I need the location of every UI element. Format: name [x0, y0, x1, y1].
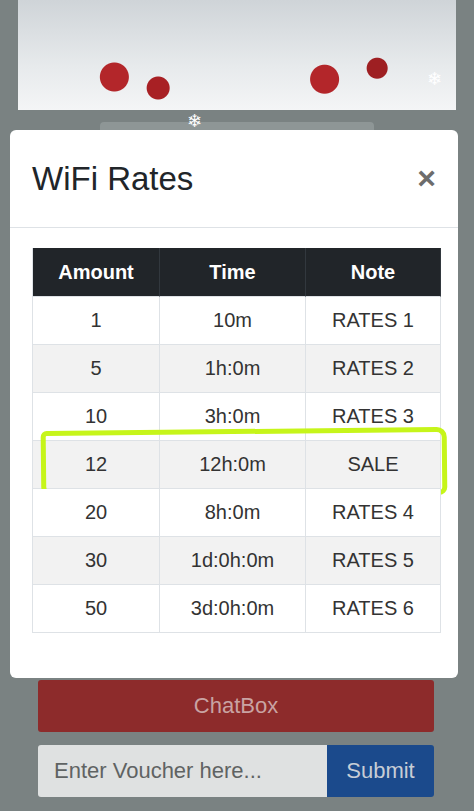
- table-row: 110mRATES 1: [33, 297, 440, 345]
- table-cell: RATES 5: [306, 537, 441, 585]
- table-cell: 1: [33, 297, 160, 345]
- close-button[interactable]: ×: [413, 160, 440, 197]
- table-cell: 1d:0h:0m: [160, 537, 306, 585]
- table-cell: 8h:0m: [160, 489, 306, 537]
- voucher-row: Submit: [38, 745, 434, 797]
- table-cell: RATES 1: [306, 297, 441, 345]
- table-cell: 5: [33, 345, 160, 393]
- table-cell: RATES 3: [306, 393, 441, 441]
- table-cell: 1h:0m: [160, 345, 306, 393]
- dialog-body: AmountTimeNote110mRATES 151h:0mRATES 210…: [10, 228, 458, 633]
- header-cell: Time: [160, 248, 306, 297]
- page: ❄ ❄ ChatBox Submit WiFi Rates × AmountTimeNote…: [0, 0, 474, 811]
- table-header: AmountTimeNote: [33, 248, 440, 297]
- table-row: 208h:0mRATES 4: [33, 489, 440, 537]
- table-cell: 50: [33, 585, 160, 633]
- promo-banner: [18, 0, 456, 110]
- table-row: 503d:0h:0mRATES 6: [33, 585, 440, 633]
- table-row: 301d:0h:0mRATES 5: [33, 537, 440, 585]
- table-cell: SALE: [306, 441, 441, 489]
- table-cell: RATES 6: [306, 585, 441, 633]
- table-cell: 12h:0m: [160, 441, 306, 489]
- dialog-title: WiFi Rates: [32, 160, 193, 198]
- table-cell: 12: [33, 441, 160, 489]
- snowflake-icon: ❄: [427, 70, 442, 88]
- table-cell: 20: [33, 489, 160, 537]
- table-cell: 10m: [160, 297, 306, 345]
- table-cell: 3d:0h:0m: [160, 585, 306, 633]
- dialog-header: WiFi Rates ×: [10, 130, 458, 228]
- table-row: 51h:0mRATES 2: [33, 345, 440, 393]
- table-cell: 30: [33, 537, 160, 585]
- table-row: 103h:0mRATES 3: [33, 393, 440, 441]
- header-cell: Amount: [33, 248, 160, 297]
- table-cell: RATES 4: [306, 489, 441, 537]
- rates-dialog: WiFi Rates×AmountTimeNote110mRATES 151h:…: [10, 130, 458, 678]
- header-cell: Note: [306, 248, 441, 297]
- snowflake-icon: ❄: [187, 112, 202, 130]
- rates-table: AmountTimeNote110mRATES 151h:0mRATES 210…: [32, 248, 440, 633]
- table-cell: 10: [33, 393, 160, 441]
- table-cell: 3h:0m: [160, 393, 306, 441]
- table-row: 1212h:0mSALE: [33, 441, 440, 489]
- submit-button[interactable]: Submit: [327, 745, 434, 797]
- chatbox-button[interactable]: ChatBox: [38, 680, 434, 732]
- voucher-input[interactable]: [38, 745, 327, 797]
- table-cell: RATES 2: [306, 345, 441, 393]
